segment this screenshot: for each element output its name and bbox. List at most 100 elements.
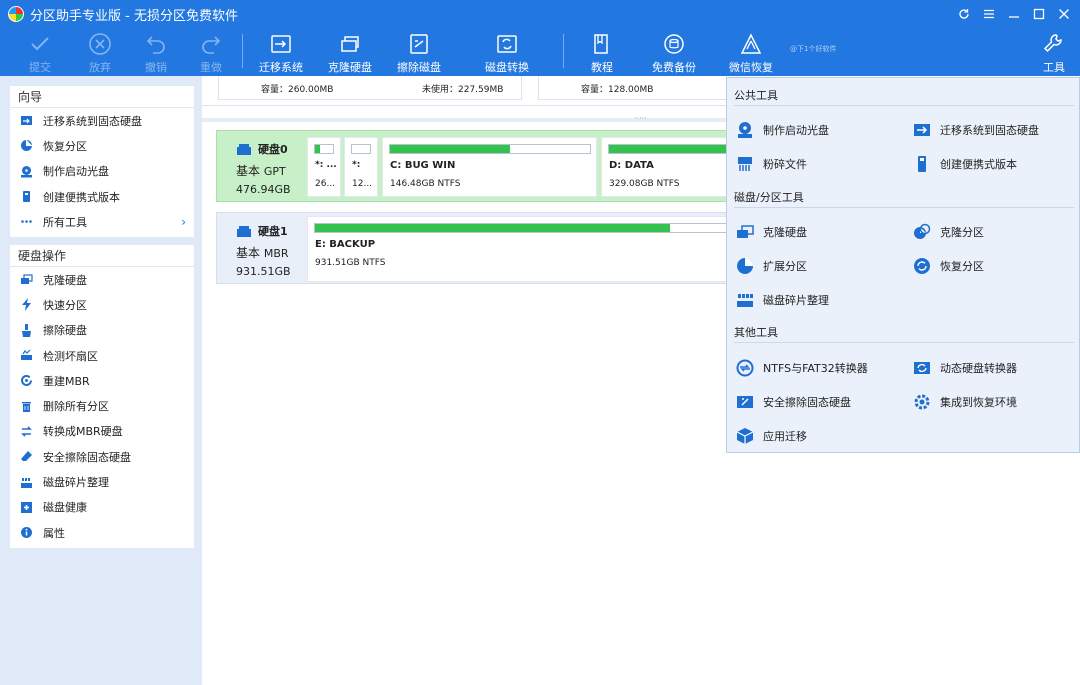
disk-op-properties[interactable]: 属性 xyxy=(10,520,194,545)
tool-secure-erase-ssd[interactable]: 安全擦除固态硬盘 xyxy=(736,392,851,412)
tool-app-migrate[interactable]: 应用迁移 xyxy=(736,426,807,446)
tool-recovery-env[interactable]: 集成到恢复环境 xyxy=(913,392,1017,412)
eraser-icon xyxy=(20,450,33,463)
partition-block[interactable]: *: 12... xyxy=(344,137,378,197)
minimize-icon[interactable] xyxy=(1001,0,1026,28)
partition-block[interactable]: *: ... 26... xyxy=(307,137,341,197)
partition-label: D: DATA xyxy=(609,160,654,171)
capacity-label: 容量：260.00MB xyxy=(261,85,334,95)
disk-style: GPT xyxy=(263,165,286,178)
other-tools-header: 其他工具 xyxy=(734,326,778,339)
info-icon xyxy=(20,526,33,539)
disk-style: MBR xyxy=(263,247,289,260)
clone-partition-icon xyxy=(913,223,931,241)
disk-op-bad-sector[interactable]: 检测坏扇区 xyxy=(10,343,194,368)
disk-op-clone[interactable]: 克隆硬盘 xyxy=(10,267,194,292)
toolbar-separator xyxy=(563,34,564,68)
gear-icon xyxy=(913,393,931,411)
chevron-right-icon: › xyxy=(181,214,186,229)
disk-name: 硬盘0 xyxy=(258,143,288,156)
wizard-section: 向导 迁移系统到固态硬盘 恢复分区 制作启动光盘 创建便携式版本 所有工具 › xyxy=(10,86,194,237)
tools-dropdown: 公共工具 制作启动光盘 迁移系统到固态硬盘 粉碎文件 创建便携式版本 磁盘/分区… xyxy=(726,77,1080,453)
wizard-header: 向导 xyxy=(10,86,194,108)
public-tools-header: 公共工具 xyxy=(734,89,778,102)
clone-disk-icon xyxy=(736,223,754,241)
disk-op-convert-mbr[interactable]: 转换成MBR硬盘 xyxy=(10,419,194,444)
unused-label: 未使用：227.59MB xyxy=(422,85,504,95)
tool-portable[interactable]: 创建便携式版本 xyxy=(913,154,1017,174)
partition-block[interactable]: D: DATA 329.08GB NTFS xyxy=(601,137,848,197)
recover-partition-icon xyxy=(913,257,931,275)
clone-disk-button[interactable]: 克隆硬盘 xyxy=(327,28,373,76)
menu-icon[interactable] xyxy=(976,0,1001,28)
wipe-disk-button[interactable]: 擦除磁盘 xyxy=(396,28,442,76)
tool-shred-files[interactable]: 粉碎文件 xyxy=(736,154,807,174)
defrag-icon xyxy=(20,476,33,489)
migrate-icon xyxy=(271,35,291,53)
tool-clone-partition[interactable]: 克隆分区 xyxy=(913,222,984,242)
partition-label: *: ... xyxy=(315,160,337,170)
boot-disc-icon xyxy=(736,121,754,139)
eraser-icon xyxy=(736,393,754,411)
disk-op-secure-erase[interactable]: 安全擦除固态硬盘 xyxy=(10,444,194,469)
wizard-item-boot-disc[interactable]: 制作启动光盘 xyxy=(10,159,194,184)
undo-button[interactable]: 撤销 xyxy=(142,28,170,76)
undo-icon xyxy=(146,36,165,54)
tools-button[interactable]: 工具 xyxy=(1040,28,1068,76)
disk-tools-header: 磁盘/分区工具 xyxy=(734,191,804,204)
disk-convert-button[interactable]: 磁盘转换 xyxy=(484,28,530,76)
maximize-icon[interactable] xyxy=(1026,0,1051,28)
ntfs-convert-icon xyxy=(736,359,754,377)
migrate-os-button[interactable]: 迁移系统 xyxy=(258,28,304,76)
wechat-recover-button[interactable]: 微信恢复 xyxy=(728,28,774,76)
hard-disk-icon xyxy=(237,143,251,155)
watermark-note: @下1个好软件 xyxy=(790,45,837,53)
tutorial-button[interactable]: 教程 xyxy=(588,28,616,76)
disk-op-wipe[interactable]: 擦除硬盘 xyxy=(10,318,194,343)
disk-size: 476.94GB xyxy=(236,183,291,196)
health-icon xyxy=(20,501,33,514)
tool-dynamic-disk[interactable]: 动态硬盘转换器 xyxy=(913,358,1017,378)
wipe-disk-icon xyxy=(410,34,428,54)
tool-ntfs-fat32[interactable]: NTFS与FAT32转换器 xyxy=(736,358,868,378)
wizard-item-migrate-ssd[interactable]: 迁移系统到固态硬盘 xyxy=(10,108,194,133)
tool-clone-disk[interactable]: 克隆硬盘 xyxy=(736,222,807,242)
check-icon xyxy=(31,37,49,51)
portable-icon xyxy=(20,190,33,203)
partition-row[interactable]: 容量：260.00MB 未使用：227.59MB xyxy=(218,76,522,100)
wizard-item-recover-partition[interactable]: 恢复分区 xyxy=(10,133,194,158)
disk-op-quick-partition[interactable]: 快速分区 xyxy=(10,292,194,317)
defrag-icon xyxy=(736,291,754,309)
disk-info: 硬盘0 基本 GPT 476.94GB xyxy=(217,131,305,201)
disk-op-health[interactable]: 磁盘健康 xyxy=(10,495,194,520)
migrate-icon xyxy=(913,121,931,139)
partition-block[interactable]: E: BACKUP 931.51GB NTFS xyxy=(307,216,734,282)
cancel-circle-icon xyxy=(89,33,111,55)
tool-migrate-ssd[interactable]: 迁移系统到固态硬盘 xyxy=(913,120,1039,140)
capacity-label: 容量：128.00MB xyxy=(581,85,654,95)
window-title: 分区助手专业版 - 无损分区免费软件 xyxy=(30,8,238,24)
tool-extend-partition[interactable]: 扩展分区 xyxy=(736,256,807,276)
clone-disk-icon xyxy=(341,36,359,52)
disk-op-delete-all[interactable]: 删除所有分区 xyxy=(10,393,194,418)
wizard-item-portable[interactable]: 创建便携式版本 xyxy=(10,184,194,209)
tool-recover-partition[interactable]: 恢复分区 xyxy=(913,256,984,276)
disk-op-rebuild-mbr[interactable]: 重建MBR xyxy=(10,368,194,393)
window-controls xyxy=(951,0,1076,28)
tool-boot-disc[interactable]: 制作启动光盘 xyxy=(736,120,829,140)
wizard-item-all-tools[interactable]: 所有工具 › xyxy=(10,209,194,234)
tool-defrag[interactable]: 磁盘碎片整理 xyxy=(736,290,829,310)
disk-op-defrag[interactable]: 磁盘碎片整理 xyxy=(10,469,194,494)
boot-disc-icon xyxy=(20,165,33,178)
refresh-icon[interactable] xyxy=(951,0,976,28)
close-icon[interactable] xyxy=(1051,0,1076,28)
partition-info: 146.48GB NTFS xyxy=(390,179,461,189)
commit-button[interactable]: 提交 xyxy=(26,28,54,76)
redo-button[interactable]: 重做 xyxy=(197,28,225,76)
partition-row[interactable]: 容量：128.00MB xyxy=(538,76,738,100)
free-backup-button[interactable]: 免费备份 xyxy=(651,28,697,76)
discard-button[interactable]: 放弃 xyxy=(86,28,114,76)
partition-block[interactable]: C: BUG WIN 146.48GB NTFS xyxy=(382,137,597,197)
migrate-icon xyxy=(20,114,33,127)
disk-ops-section: 硬盘操作 克隆硬盘 快速分区 擦除硬盘 检测坏扇区 重建MBR 删除所有分区 转… xyxy=(10,245,194,548)
